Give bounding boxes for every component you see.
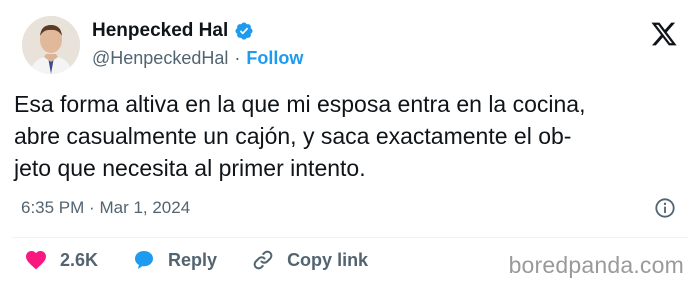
like-button[interactable]: 2.6K (24, 248, 98, 272)
heart-icon (26, 251, 46, 270)
watermark: boredpanda.com (508, 252, 684, 278)
tweet-text-line: Esa forma altiva en la que mi esposa ent… (14, 91, 586, 117)
tweet-text-line: abre casualmente un cajón, y saca exacta… (14, 123, 572, 149)
link-icon (253, 250, 273, 270)
copy-link-label: Copy link (287, 249, 369, 270)
info-icon[interactable] (654, 197, 676, 219)
divider (12, 237, 688, 238)
tweet-date: Mar 1, 2024 (99, 198, 191, 217)
tweet-timestamp[interactable]: 6:35 PM · Mar 1, 2024 (21, 198, 190, 218)
timestamp-separator: · (89, 198, 95, 217)
reply-bubble-icon (135, 251, 154, 269)
tweet-time: 6:35 PM (21, 198, 85, 217)
action-bar: 2.6K Reply Copy link (24, 248, 402, 272)
tweet-text-line: jeto que necesita al primer intento. (14, 155, 366, 181)
reply-button[interactable]: Reply (132, 248, 217, 272)
x-logo-icon[interactable] (650, 20, 678, 48)
follow-button[interactable]: Follow (246, 48, 303, 69)
avatar-image (22, 16, 80, 74)
like-count: 2.6K (60, 249, 99, 270)
author-handle[interactable]: @HenpeckedHal (92, 48, 228, 69)
avatar[interactable] (22, 16, 80, 74)
reply-label: Reply (168, 249, 218, 270)
handle-separator: · (234, 48, 241, 68)
author-display-name[interactable]: Henpecked Hal (92, 20, 228, 42)
copy-link-button[interactable]: Copy link (251, 248, 368, 272)
tweet-text: Esa forma altiva en la que mi esposa ent… (14, 88, 694, 184)
verified-badge-icon (235, 22, 253, 40)
